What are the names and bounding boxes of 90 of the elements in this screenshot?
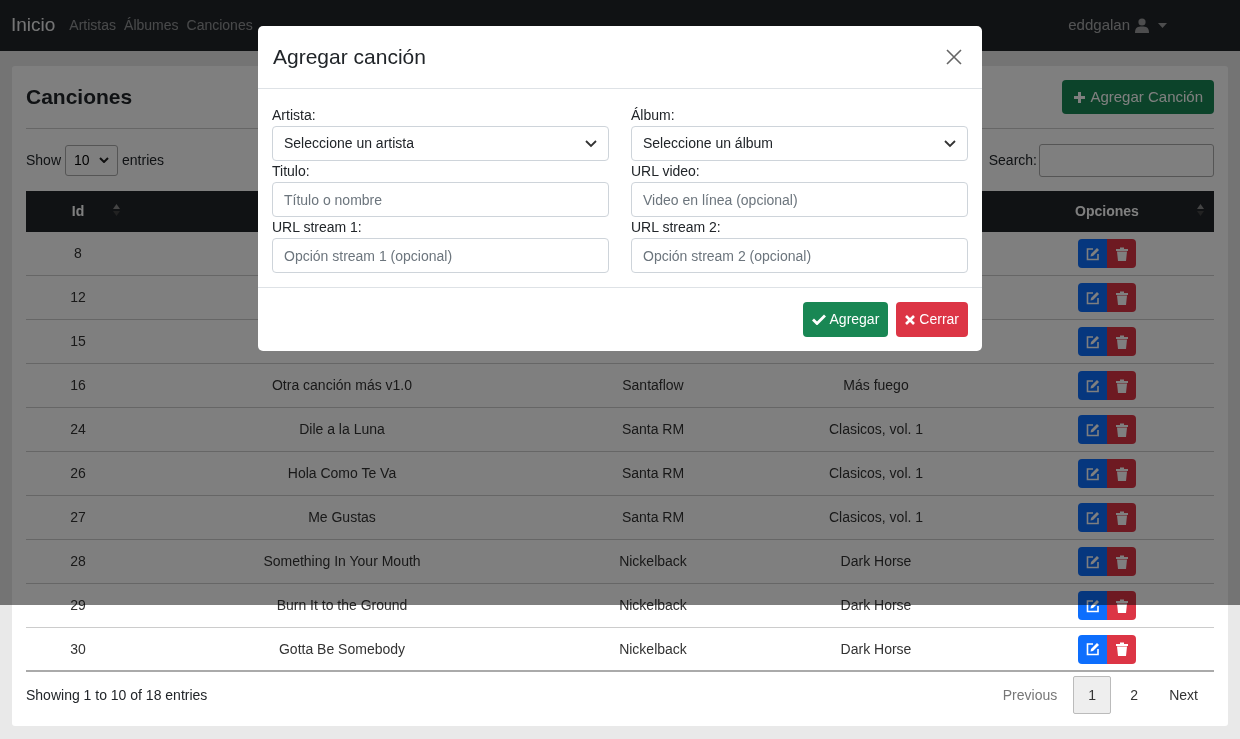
table-cell-text: Santaflow <box>622 376 684 395</box>
table-cell-text: 27 <box>70 508 86 527</box>
sort-icon <box>113 204 120 216</box>
table-cell-text: Dile a la Luna <box>299 420 385 439</box>
trash-icon <box>1115 334 1128 349</box>
close-icon <box>905 314 916 325</box>
table-cell-text: Santa RM <box>621 420 685 439</box>
table-cell-text: 26 <box>70 464 86 483</box>
dialog-title: Agregar canción <box>273 44 426 71</box>
table-cell-text: Clasicos, vol. 1 <box>828 508 924 527</box>
table-cell-text: Santa RM <box>621 508 685 527</box>
input-field[interactable]: Opción stream 1 (opcional) <box>272 238 609 273</box>
trash-icon <box>1115 290 1128 305</box>
entries-select[interactable]: 10 <box>65 144 119 176</box>
table-cell-text: Clasicos, vol. 1 <box>828 420 924 439</box>
entries-label: entries <box>122 150 165 170</box>
user-icon <box>1135 18 1149 33</box>
table-cell-text: Clasicos, vol. 1 <box>828 464 924 483</box>
select-field[interactable]: Seleccione un artista <box>272 126 609 161</box>
close-button[interactable]: Cerrar <box>896 302 968 337</box>
edit-icon <box>1085 422 1100 437</box>
edit-icon <box>1085 642 1100 656</box>
edit-icon <box>1085 554 1100 569</box>
close-icon[interactable] <box>946 49 962 65</box>
table-cell-text: Gotta Be Somebody <box>278 639 406 659</box>
trash-icon <box>1115 378 1128 393</box>
table-cell-text: Me Gustas <box>308 508 376 527</box>
chevron-down-icon <box>944 139 956 148</box>
edit-icon <box>1085 510 1100 525</box>
user-menu-link[interactable]: eddgalan <box>1068 14 1130 37</box>
table-cell-text: Dark Horse <box>840 639 912 659</box>
input-field[interactable]: Título o nombre <box>272 182 609 217</box>
table-cell-text: Otra canción más v1.0 <box>271 376 413 395</box>
field-label: Álbum: <box>631 106 676 125</box>
table-cell-text: Nickelback <box>619 639 687 659</box>
table-cell-text: Más fuego <box>843 376 909 395</box>
sort-icon <box>1197 204 1204 216</box>
edit-icon <box>1085 290 1100 305</box>
table-cell-text: 8 <box>74 244 82 263</box>
chevron-down-icon <box>585 139 597 148</box>
trash-icon <box>1115 554 1128 569</box>
select-field[interactable]: Seleccione un álbum <box>631 126 968 161</box>
table-cell-text: 15 <box>70 332 86 351</box>
edit-icon <box>1085 466 1100 481</box>
table-cell-text: Nickelback <box>619 552 687 571</box>
table-cell-text: Santa RM <box>621 464 685 483</box>
add-button[interactable]: Agregar <box>802 302 889 337</box>
field-label: Artista: <box>272 106 317 125</box>
table-cell-text: 30 <box>70 639 86 659</box>
check-icon <box>811 314 826 325</box>
edit-icon <box>1085 378 1100 393</box>
page-button[interactable]: 2 <box>1115 676 1154 714</box>
search-field[interactable] <box>1039 143 1214 177</box>
chevron-down-icon <box>99 157 110 163</box>
trash-icon <box>1115 642 1128 656</box>
plus-icon <box>1073 90 1087 104</box>
show-label: Show <box>26 150 62 170</box>
table-cell-text: 24 <box>70 420 86 439</box>
field-label: Titulo: <box>272 162 311 181</box>
input-field[interactable]: Video en línea (opcional) <box>631 182 968 217</box>
edit-icon <box>1085 334 1100 349</box>
trash-icon <box>1115 598 1128 613</box>
trash-icon <box>1115 246 1128 261</box>
input-field[interactable]: Opción stream 2 (opcional) <box>631 238 968 273</box>
delete-button[interactable] <box>1107 591 1136 620</box>
edit-button[interactable] <box>1078 591 1107 620</box>
field-label: URL video: <box>631 162 701 181</box>
edit-icon <box>1085 598 1100 613</box>
table-info-text: Showing 1 to 10 of 18 entries <box>26 685 208 705</box>
edit-icon <box>1085 246 1100 261</box>
column-header[interactable]: Opciones <box>1075 201 1139 222</box>
brand-link[interactable]: Inicio <box>11 11 56 40</box>
table-cell-text: Something In Your Mouth <box>263 552 421 571</box>
search-label: Search: <box>988 150 1037 170</box>
trash-icon <box>1115 466 1128 481</box>
next-page-button[interactable]: Next <box>1157 676 1210 714</box>
trash-icon <box>1115 510 1128 525</box>
caret-icon <box>1158 23 1167 28</box>
field-label: URL stream 1: <box>272 218 363 237</box>
page-title: Canciones <box>26 84 133 111</box>
table-cell-text: 28 <box>70 552 86 571</box>
table-cell-text: Hola Como Te Va <box>287 464 397 483</box>
page-button[interactable]: 1 <box>1073 676 1112 714</box>
table-cell-text: 12 <box>70 288 86 307</box>
field-label: URL stream 2: <box>631 218 722 237</box>
trash-icon <box>1115 422 1128 437</box>
add-song-button[interactable]: Agregar Canción <box>1062 80 1214 114</box>
table-cell-text: Dark Horse <box>840 552 912 571</box>
column-header[interactable]: Id <box>71 201 85 222</box>
table-cell-text: 16 <box>70 376 86 395</box>
